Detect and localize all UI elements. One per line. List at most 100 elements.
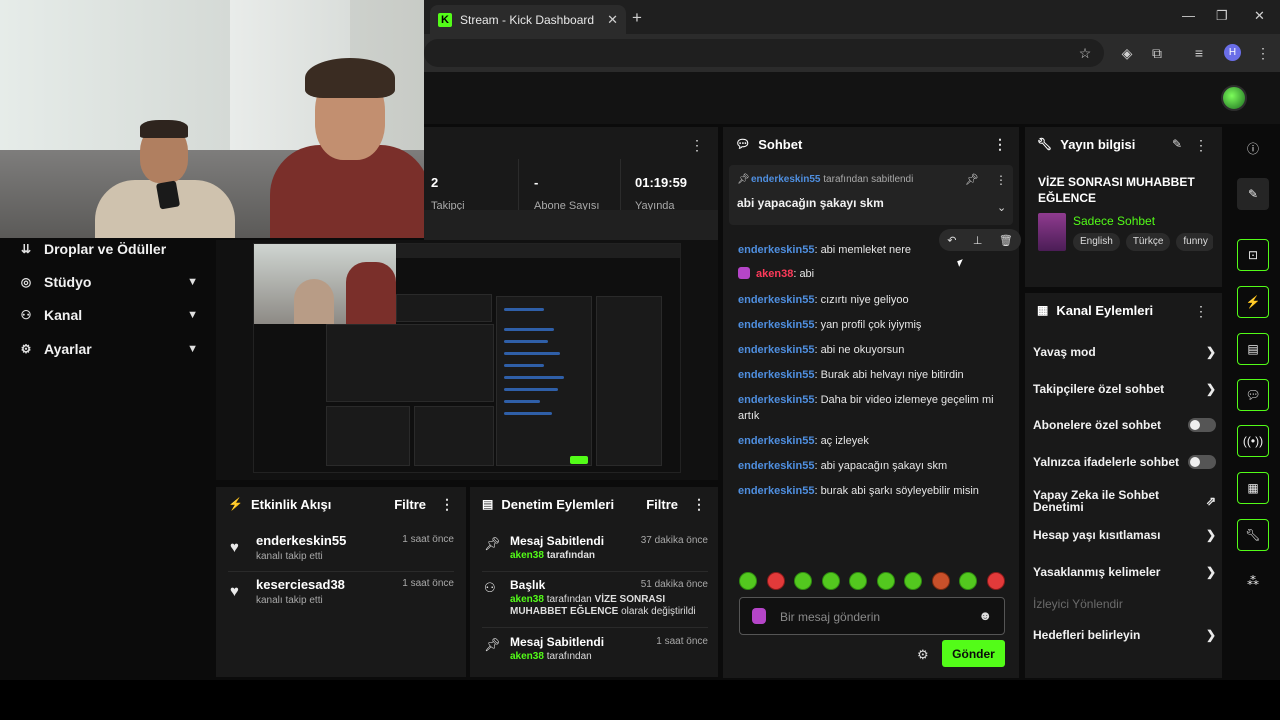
pinned-message[interactable]: 📌︎ enderkeskin55 tarafından sabitlendi a… xyxy=(729,165,1013,225)
chat-username[interactable]: enderkeskin55 xyxy=(738,394,814,406)
sidebar-item-studio[interactable]: ◎ Stüdyo ▼ xyxy=(18,271,198,293)
chat-text: abi xyxy=(799,268,815,280)
extension-shield-icon[interactable]: ◈ xyxy=(1118,44,1136,62)
action-label: Hesap yaşı kısıtlaması xyxy=(1033,528,1161,542)
chat-username[interactable]: enderkeskin55 xyxy=(738,344,814,356)
drops-icon: ⇊ xyxy=(20,242,32,256)
emote-icon[interactable] xyxy=(739,572,757,590)
emote-icon[interactable] xyxy=(986,572,1005,590)
browser-tab[interactable]: K Stream - Kick Dashboard ✕ xyxy=(430,5,626,34)
chat-settings-icon[interactable]: ⚙ xyxy=(917,647,929,663)
chat-input[interactable] xyxy=(780,607,970,627)
document-icon[interactable]: ▤ xyxy=(1237,333,1269,365)
tag[interactable]: Türkçe xyxy=(1125,233,1171,251)
emote-icon[interactable] xyxy=(766,572,785,590)
browser-profile-avatar[interactable]: H xyxy=(1224,44,1241,61)
emote-icon[interactable] xyxy=(904,572,923,590)
action-ai-moderation[interactable]: Yapay Zeka ile Sohbet Denetimi ⇗ xyxy=(1033,487,1216,515)
tag[interactable]: English xyxy=(1073,233,1120,251)
chat-bubble-icon[interactable]: 💬︎ xyxy=(1237,379,1269,411)
event-user[interactable]: enderkeskin55 xyxy=(256,533,346,548)
more-options-icon[interactable]: ⋮ xyxy=(1194,303,1208,320)
bookmark-star-icon[interactable]: ☆ xyxy=(1076,44,1094,62)
tag[interactable]: funny xyxy=(1176,233,1213,251)
emote-icon[interactable] xyxy=(794,572,813,590)
send-button[interactable]: Gönder xyxy=(942,640,1005,667)
chat-username[interactable]: aken38 xyxy=(756,268,793,280)
chat-username[interactable]: enderkeskin55 xyxy=(738,435,814,447)
maximize-icon[interactable]: ❐ xyxy=(1216,8,1228,24)
broadcast-icon[interactable]: ((•)) xyxy=(1237,425,1269,457)
extensions-icon[interactable]: ⧉ xyxy=(1148,44,1166,62)
add-widget-icon[interactable]: ⁂ xyxy=(1237,565,1269,597)
pinned-by-user[interactable]: enderkeskin55 xyxy=(751,174,821,185)
new-tab-button[interactable]: + xyxy=(632,8,642,28)
media-control-icon[interactable]: ≡ xyxy=(1190,44,1208,62)
chevron-right-icon: ❯ xyxy=(1205,528,1216,542)
tab-close-icon[interactable]: ✕ xyxy=(607,12,618,28)
wrench-icon[interactable]: 🔧︎ xyxy=(1237,519,1269,551)
action-account-age[interactable]: Hesap yaşı kısıtlaması ❯ xyxy=(1033,523,1216,547)
more-options-icon[interactable]: ⋮ xyxy=(440,496,454,513)
sidebar: ⇊ Droplar ve Ödüller ◎ Stüdyo ▼ ⚇ Kanal … xyxy=(0,238,213,678)
emotes-only-toggle[interactable] xyxy=(1188,455,1216,469)
chat-username[interactable]: enderkeskin55 xyxy=(738,244,814,256)
camera-focus-icon[interactable]: ⊡ xyxy=(1237,239,1269,271)
minimize-icon[interactable]: — xyxy=(1182,8,1195,23)
preview-chat-line xyxy=(504,376,564,379)
emote-icon[interactable] xyxy=(931,572,950,590)
chat-username[interactable]: enderkeskin55 xyxy=(738,369,814,381)
unpin-icon[interactable]: 📌︎ xyxy=(965,173,979,186)
emote-icon[interactable] xyxy=(876,572,895,590)
action-slow-mode[interactable]: Yavaş mod ❯ xyxy=(1033,340,1216,364)
preview-send-button xyxy=(570,456,588,464)
emote-icon[interactable] xyxy=(959,572,978,590)
emote-icon[interactable] xyxy=(821,572,840,590)
edit-pencil-icon[interactable]: ✎ xyxy=(1172,137,1182,151)
lightning-icon[interactable]: ⚡ xyxy=(1237,286,1269,318)
sidebar-item-drops[interactable]: ⇊ Droplar ve Ödüller xyxy=(18,238,198,260)
chat-username[interactable]: enderkeskin55 xyxy=(738,460,814,472)
chat-message: enderkeskin55: cızırtı niye geliyoo xyxy=(738,294,909,306)
more-options-icon[interactable]: ⋮ xyxy=(995,173,1007,187)
filter-button[interactable]: Filtre xyxy=(646,497,678,512)
info-icon[interactable]: ⓘ xyxy=(1237,132,1269,164)
chevron-down-icon: ▼ xyxy=(187,343,198,355)
stream-category[interactable]: Sadece Sohbet xyxy=(1073,214,1155,228)
divider xyxy=(518,159,519,210)
divider xyxy=(482,571,708,572)
action-label: Yavaş mod xyxy=(1033,345,1096,359)
stream-preview xyxy=(216,240,718,480)
sidebar-item-label: Droplar ve Ödüller xyxy=(44,241,167,257)
event-user[interactable]: keserciesad38 xyxy=(256,577,345,592)
action-followers-only[interactable]: Takipçilere özel sohbet ❯ xyxy=(1033,377,1216,401)
emoji-icon[interactable]: ☻ xyxy=(978,608,992,623)
more-options-icon[interactable]: ⋮ xyxy=(1194,137,1208,154)
chevron-down-icon[interactable]: ⌄ xyxy=(997,201,1006,214)
chat-input-box[interactable]: ☻ xyxy=(739,597,1005,635)
more-options-icon[interactable]: ⋮ xyxy=(993,136,1007,153)
sidebar-item-settings[interactable]: ⚙ Ayarlar ▼ xyxy=(18,338,198,360)
action-banned-words[interactable]: Yasaklanmış kelimeler ❯ xyxy=(1033,560,1216,584)
emote-icon[interactable] xyxy=(849,572,868,590)
category-thumbnail[interactable] xyxy=(1038,213,1066,251)
window-close-icon[interactable]: ✕ xyxy=(1254,8,1265,24)
action-set-goals[interactable]: Hedefleri belirleyin ❯ xyxy=(1033,623,1216,647)
subscribers-only-toggle[interactable] xyxy=(1188,418,1216,432)
url-bar[interactable] xyxy=(424,39,1104,67)
entry-user[interactable]: aken38 xyxy=(510,550,544,561)
entry-user[interactable]: aken38 xyxy=(510,651,544,662)
entry-user[interactable]: aken38 xyxy=(510,594,544,605)
browser-menu-icon[interactable]: ⋮ xyxy=(1254,44,1272,62)
more-options-icon[interactable]: ⋮ xyxy=(690,137,704,154)
chat-username[interactable]: enderkeskin55 xyxy=(738,319,814,331)
chat-username[interactable]: enderkeskin55 xyxy=(738,294,814,306)
stats-band xyxy=(424,210,718,240)
more-options-icon[interactable]: ⋮ xyxy=(692,496,706,513)
edit-pencil-icon[interactable]: ✎ xyxy=(1237,178,1269,210)
user-avatar[interactable] xyxy=(1221,85,1247,111)
chat-username[interactable]: enderkeskin55 xyxy=(738,485,814,497)
filter-button[interactable]: Filtre xyxy=(394,497,426,512)
channel-actions-icon[interactable]: ▦ xyxy=(1237,472,1269,504)
sidebar-item-channel[interactable]: ⚇ Kanal ▼ xyxy=(18,304,198,326)
